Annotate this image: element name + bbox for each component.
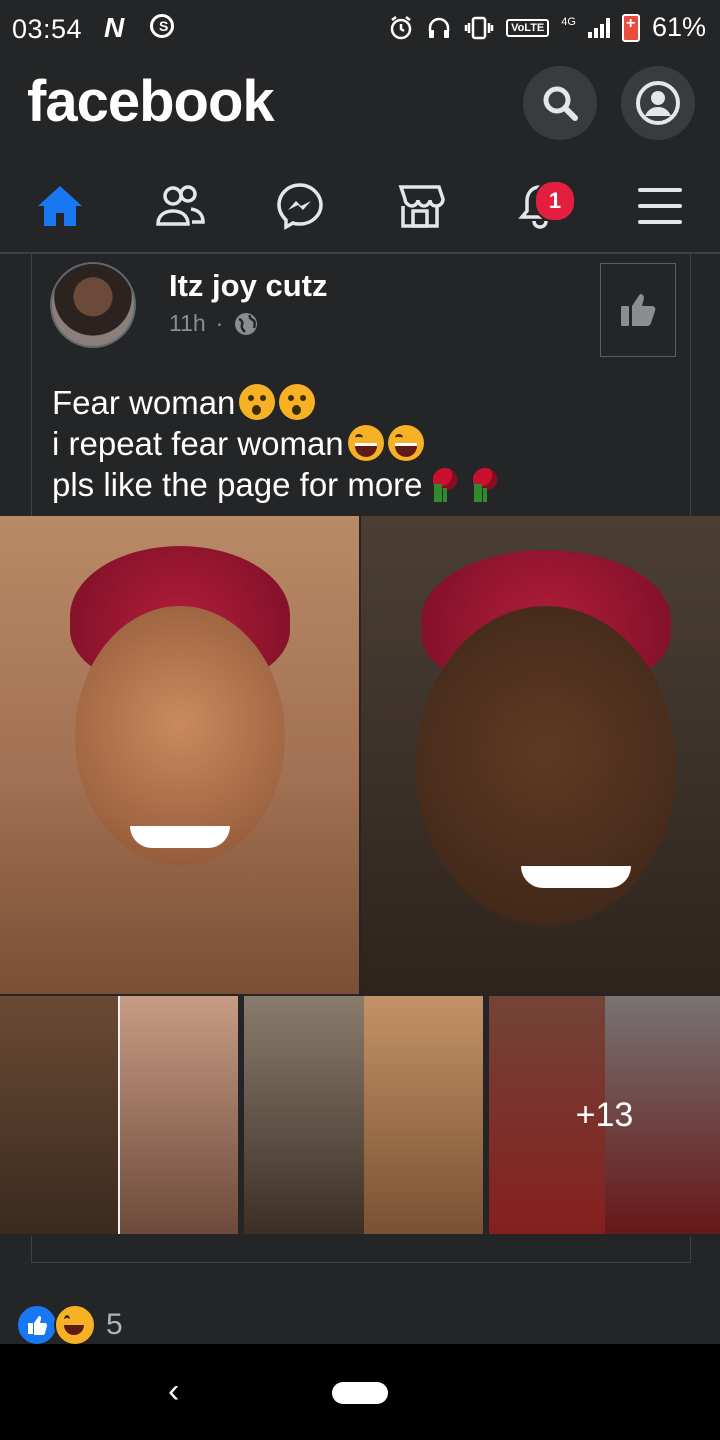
post-meta: 11h ·	[169, 310, 259, 337]
home-gesture-pill[interactable]	[332, 1382, 388, 1404]
photo-without-makeup	[361, 516, 720, 994]
reaction-summary[interactable]: 5	[16, 1304, 123, 1346]
astonished-emoji-icon	[279, 384, 316, 420]
thumbnail-photo[interactable]	[0, 996, 238, 1234]
haha-reaction-icon	[54, 1304, 96, 1346]
thumbnail-photo[interactable]	[244, 996, 483, 1234]
vibrate-icon	[464, 16, 494, 39]
rose-emoji-icon	[427, 466, 463, 502]
post-line-1: Fear woman	[52, 382, 503, 423]
post-photo-thumbnails: +13	[0, 996, 720, 1236]
globe-icon	[235, 312, 258, 335]
network-type: 4G	[561, 15, 576, 28]
post-text: Fear woman i repeat fear woman pls like …	[52, 382, 503, 505]
tears-of-joy-emoji-icon	[387, 425, 424, 461]
status-bar: 03:54 N S VoLTE 4G 61%	[0, 0, 720, 60]
battery-percent: 61%	[651, 12, 706, 42]
friends-icon	[156, 185, 205, 226]
tab-marketplace[interactable]	[380, 174, 460, 238]
reaction-count: 5	[106, 1308, 123, 1341]
photo-with-makeup	[0, 516, 361, 994]
tab-home[interactable]	[20, 174, 100, 238]
post-author-name[interactable]: Itz joy cutz	[169, 268, 327, 304]
like-page-button[interactable]	[600, 263, 676, 357]
post-line-3: pls like the page for more	[52, 464, 503, 505]
system-navigation-bar: ‹	[0, 1344, 720, 1440]
profile-icon	[636, 81, 680, 125]
like-reaction-icon	[16, 1304, 58, 1346]
facebook-logo[interactable]: facebook	[27, 68, 275, 135]
tab-friends[interactable]	[140, 174, 220, 238]
thumbs-up-icon	[621, 294, 656, 326]
search-icon	[543, 86, 578, 121]
volte-indicator: VoLTE	[506, 18, 550, 37]
author-avatar[interactable]	[50, 262, 136, 348]
post-card: Itz joy cutz 11h · Fear woman i repeat f…	[31, 254, 691, 516]
alarm-icon	[390, 15, 412, 39]
main-nav-tabs: 1	[0, 160, 720, 254]
post-line-2: i repeat fear woman	[52, 423, 503, 464]
thumbnail-photo-more[interactable]: +13	[489, 996, 720, 1234]
hamburger-menu-icon	[638, 188, 682, 224]
post-card-bottom	[31, 1236, 691, 1263]
astonished-emoji-icon	[239, 384, 276, 420]
profile-button[interactable]	[621, 66, 695, 140]
search-button[interactable]	[523, 66, 597, 140]
app-header: facebook	[0, 60, 720, 160]
tab-messenger[interactable]	[260, 174, 340, 238]
status-icons: VoLTE 4G 61%	[388, 12, 706, 43]
tab-notifications[interactable]: 1	[500, 174, 580, 238]
tab-menu[interactable]	[620, 174, 700, 238]
signal-icon	[587, 17, 610, 38]
app-notification-icon: S	[150, 14, 174, 38]
post-time[interactable]: 11h	[169, 310, 206, 337]
post-main-photo[interactable]	[0, 516, 720, 994]
notification-badge: 1	[534, 180, 576, 222]
meta-separator: ·	[215, 310, 224, 336]
status-time: 03:54	[12, 14, 83, 44]
tears-of-joy-emoji-icon	[347, 425, 384, 461]
headphones-icon	[428, 17, 450, 38]
more-photos-count: +13	[489, 996, 720, 1234]
messenger-icon	[277, 183, 323, 230]
marketplace-icon	[398, 185, 445, 228]
back-button-icon[interactable]: ‹	[168, 1372, 179, 1411]
rose-emoji-icon	[467, 466, 503, 502]
home-icon	[38, 186, 82, 226]
n-notification-icon: N	[104, 12, 125, 43]
battery-icon	[621, 13, 640, 42]
